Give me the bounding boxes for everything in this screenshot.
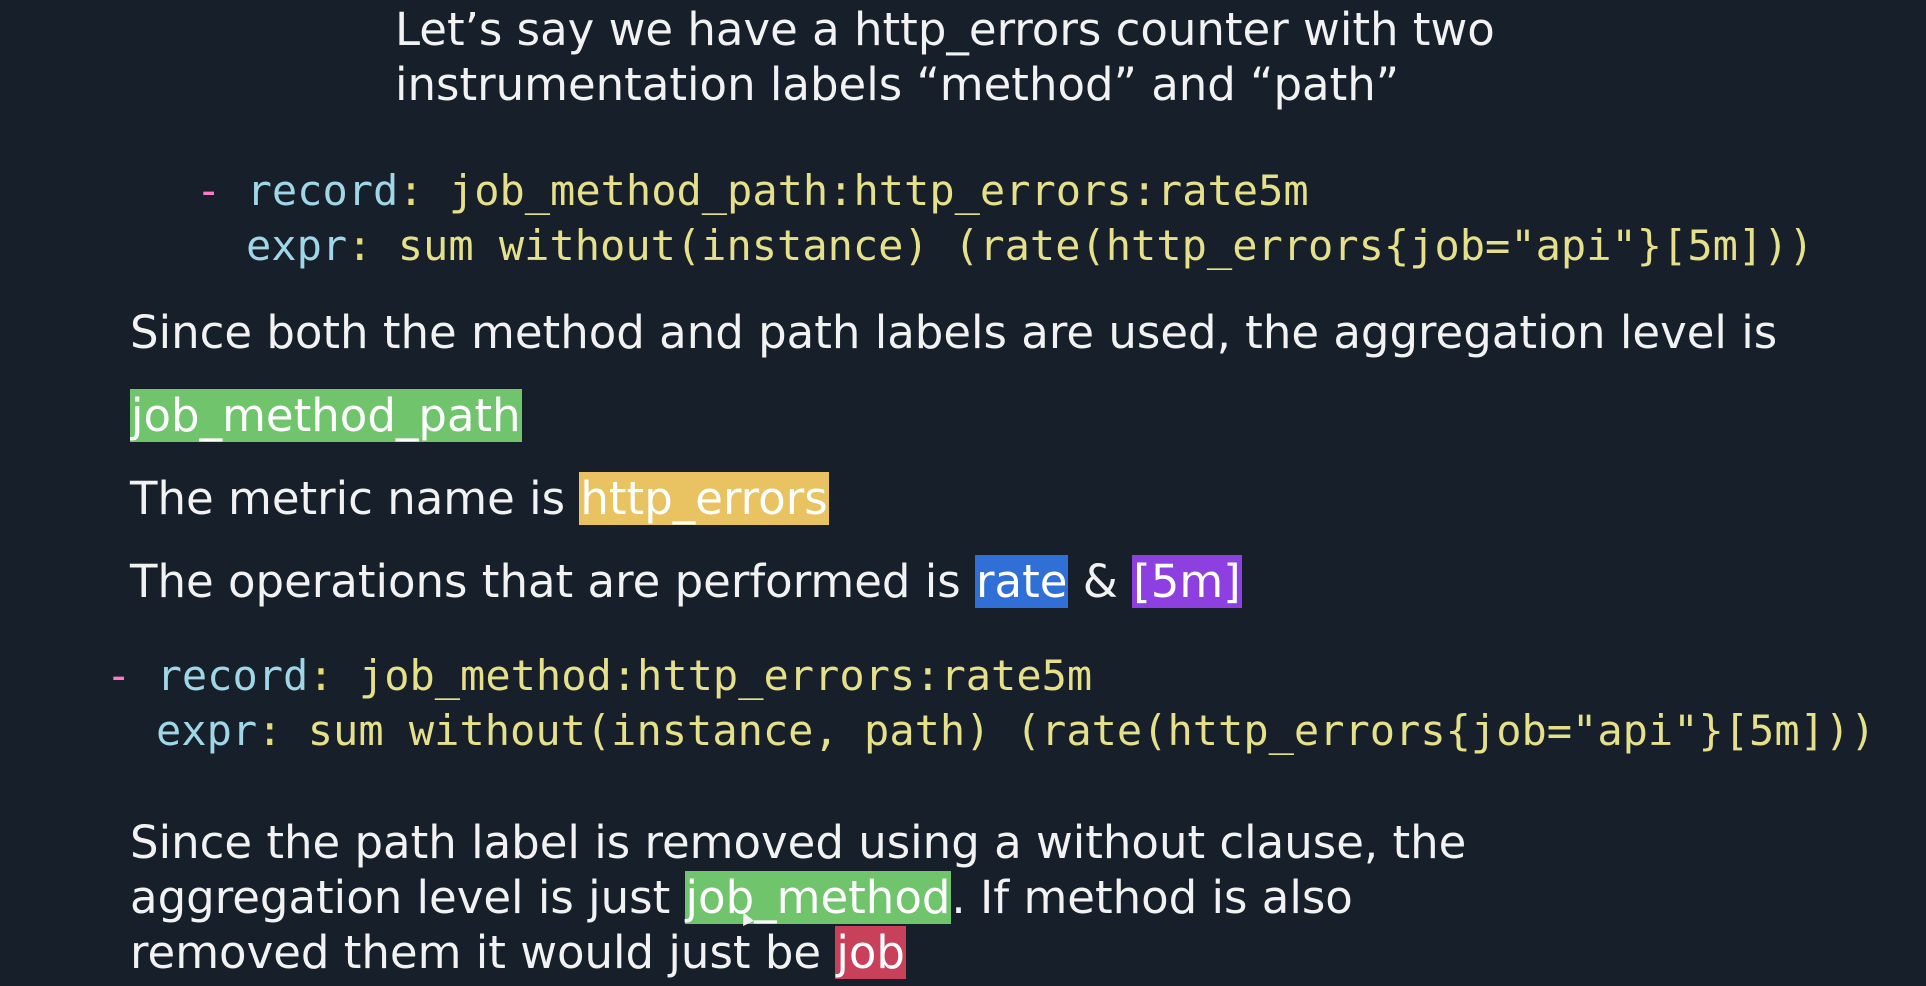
code1-record-line: - record: job_method_path:http_errors:ra… (196, 163, 1309, 218)
code2-expr-colon: : (257, 706, 283, 755)
metric-name-highlight: http_errors (579, 472, 829, 525)
explain2-line-1: Since the path label is removed using a … (130, 816, 1467, 869)
code2-record-line: - record: job_method:http_errors:rate5m (106, 648, 1092, 703)
metric-line: The metric name is http_errors (130, 471, 829, 526)
metric-prefix: The metric name is (130, 472, 580, 525)
operation-range-highlight: [5m] (1132, 555, 1242, 608)
explain2-line-3: removed them it would just be job (130, 925, 906, 980)
code2-expr-value: sum without(instance, path) (rate(http_e… (307, 706, 1876, 755)
slide: { "intro": { "line1": "Let’s say we have… (0, 0, 1926, 986)
code1-expr-colon: : (347, 221, 373, 270)
code2-record-key: record (156, 651, 309, 700)
operations-amp: & (1068, 555, 1133, 608)
job-highlight: job (835, 926, 906, 979)
job-method-highlight: job_method (684, 871, 952, 924)
intro-line-2: instrumentation labels “method” and “pat… (395, 58, 1400, 111)
explain1-level-line: job_method_path (130, 388, 522, 443)
operations-prefix: The operations that are performed is (130, 555, 976, 608)
operation-rate-highlight: rate (975, 555, 1069, 608)
code1-record-colon: : (398, 166, 424, 215)
code2-expr-key: expr (156, 706, 258, 755)
code2-record-value: job_method:http_errors:rate5m (358, 651, 1093, 700)
code1-record-key: record (246, 166, 399, 215)
code1-expr-key: expr (246, 221, 348, 270)
code2-expr-line: expr: sum without(instance, path) (rate(… (156, 703, 1876, 758)
code2-record-colon: : (308, 651, 334, 700)
code2-dash: - (106, 651, 132, 700)
code1-expr-value: sum without(instance) (rate(http_errors{… (397, 221, 1814, 270)
intro-line-1: Let’s say we have a http_errors counter … (395, 3, 1495, 56)
code1-record-value: job_method_path:http_errors:rate5m (448, 166, 1309, 215)
aggregation-level-highlight: job_method_path (130, 389, 522, 442)
explain2-line3-prefix: removed them it would just be (130, 926, 836, 979)
code1-dash: - (196, 166, 222, 215)
explain1-text: Since both the method and path labels ar… (130, 306, 1778, 359)
explain2-line2-suffix: . If method is also (951, 871, 1353, 924)
operations-line: The operations that are performed is rat… (130, 554, 1242, 609)
code1-expr-line: expr: sum without(instance) (rate(http_e… (246, 218, 1814, 273)
explain2-line2-prefix: aggregation level is just (130, 871, 685, 924)
